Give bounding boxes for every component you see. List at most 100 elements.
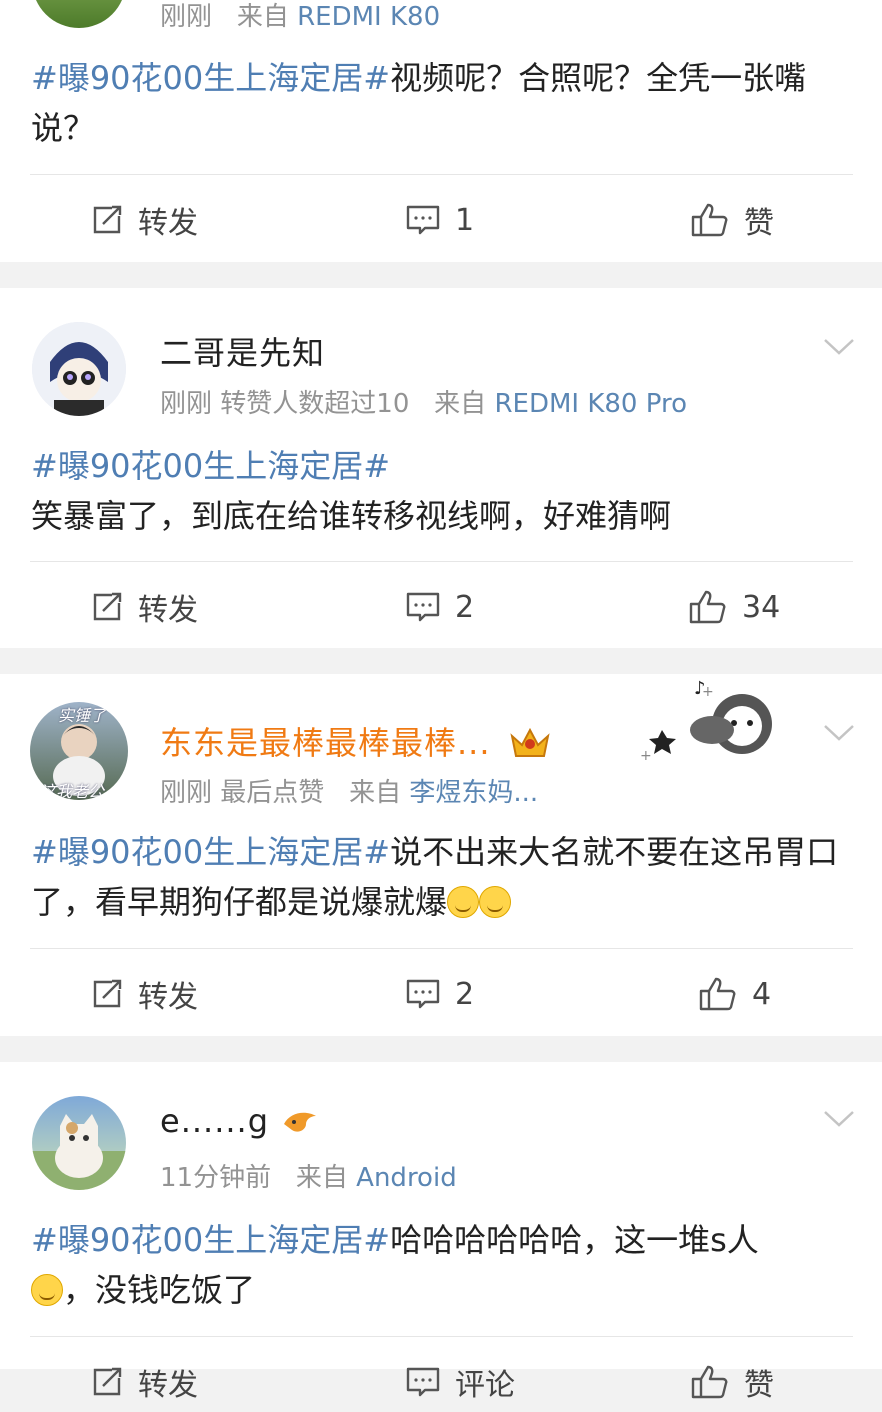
comment-button[interactable]: 2 bbox=[405, 577, 474, 637]
post-content: #曝90花00生上海定居#视频呢？合照呢？全凭一张嘴说？ bbox=[31, 53, 846, 153]
hashtag-link[interactable]: #曝90花00生上海定居# bbox=[31, 59, 390, 97]
chevron-down-icon[interactable] bbox=[822, 716, 856, 750]
repost-button[interactable]: 转发 bbox=[90, 964, 198, 1024]
like-count: 4 bbox=[752, 976, 772, 1012]
fox-badge-icon bbox=[284, 1112, 317, 1132]
like-button[interactable]: 赞 bbox=[690, 190, 774, 250]
cat-sticker-decoration-icon: ♪ + + bbox=[640, 678, 772, 764]
divider bbox=[30, 948, 853, 949]
hashtag-link[interactable]: #曝90花00生上海定居# bbox=[31, 1221, 390, 1259]
like-button[interactable]: 4 bbox=[698, 964, 771, 1024]
repost-button[interactable]: 转发 bbox=[90, 577, 198, 637]
avatar[interactable] bbox=[32, 0, 126, 28]
comment-count: 1 bbox=[455, 202, 475, 238]
thumbs-up-icon bbox=[691, 1365, 728, 1399]
post-content: #曝90花00生上海定居#说不出来大名就不要在这吊胃口了，看早期狗仔都是说爆就爆 bbox=[31, 827, 846, 927]
like-label: 赞 bbox=[744, 1368, 774, 1403]
user-name-text: e......g bbox=[160, 1102, 270, 1140]
grin-sweat-emoji-icon bbox=[447, 886, 480, 918]
repost-icon bbox=[93, 979, 122, 1008]
post-source[interactable]: REDMI K80 Pro bbox=[494, 389, 687, 419]
post-card-1: 刚刚 来自 REDMI K80 #曝90花00生上海定居#视频呢？合照呢？全凭一… bbox=[0, 0, 882, 262]
repost-label: 转发 bbox=[138, 980, 198, 1015]
comment-icon bbox=[406, 592, 440, 622]
post-meta: 刚刚 转赞人数超过10 来自 REDMI K80 Pro bbox=[160, 383, 687, 420]
chevron-down-icon[interactable] bbox=[822, 1102, 856, 1136]
sad-face-emoji-icon bbox=[31, 1274, 63, 1306]
repost-icon bbox=[93, 1367, 122, 1396]
divider bbox=[30, 1336, 853, 1337]
user-name[interactable]: 二哥是先知 bbox=[160, 328, 325, 374]
user-name[interactable]: 东东是最棒最棒最棒... bbox=[160, 718, 552, 764]
post-card-4: e......g 11分钟前 来自 Android #曝90花00生上海定居#哈… bbox=[0, 1062, 882, 1403]
hashtag-link[interactable]: #曝90花00生上海定居# bbox=[31, 833, 390, 871]
repost-icon bbox=[93, 592, 122, 621]
post-meta: 刚刚 最后点赞 来自 李煜东妈... bbox=[160, 772, 538, 809]
post-source[interactable]: 李煜东妈... bbox=[409, 778, 538, 808]
like-button[interactable]: 34 bbox=[688, 577, 780, 637]
hashtag-link[interactable]: #曝90花00生上海定居# bbox=[31, 447, 390, 485]
comment-icon bbox=[406, 1367, 440, 1397]
post-source[interactable]: Android bbox=[356, 1163, 457, 1193]
comment-count: 2 bbox=[455, 976, 475, 1012]
repost-button[interactable]: 转发 bbox=[90, 1352, 198, 1412]
avatar[interactable] bbox=[32, 322, 126, 416]
divider bbox=[30, 174, 853, 175]
action-bar: 转发 2 4 bbox=[0, 964, 882, 1024]
grin-sweat-emoji-icon bbox=[479, 886, 512, 918]
avatar[interactable]: 实锤了 这我老公 bbox=[30, 702, 128, 800]
post-content: #曝90花00生上海定居#哈哈哈哈哈哈，这一堆s人 ，没钱吃饭了 bbox=[31, 1215, 846, 1315]
avatar-sticker-text-bottom: 这我老公 bbox=[40, 782, 105, 800]
like-label: 赞 bbox=[744, 206, 774, 241]
repost-icon bbox=[93, 205, 122, 234]
comment-icon bbox=[406, 979, 440, 1009]
avatar-sticker-text-top: 实锤了 bbox=[58, 706, 107, 725]
comment-label: 评论 bbox=[455, 1368, 515, 1403]
post-badge-text: 转赞人数超过10 bbox=[220, 389, 410, 419]
like-button[interactable]: 赞 bbox=[690, 1352, 774, 1412]
svg-text:+: + bbox=[640, 748, 652, 764]
comment-button[interactable]: 2 bbox=[405, 964, 474, 1024]
chevron-down-icon[interactable] bbox=[822, 330, 856, 364]
post-card-3: 实锤了 这我老公 东东是最棒最棒最棒... ♪ + + 刚刚 最后点赞 来自 李… bbox=[0, 674, 882, 1036]
action-bar: 转发 2 34 bbox=[0, 577, 882, 637]
post-meta: 11分钟前 来自 Android bbox=[160, 1157, 457, 1194]
repost-button[interactable]: 转发 bbox=[90, 190, 198, 250]
avatar-cat-image bbox=[32, 1114, 126, 1190]
post-time: 刚刚 bbox=[160, 778, 213, 808]
repost-label: 转发 bbox=[138, 206, 198, 241]
repost-label: 转发 bbox=[138, 1368, 198, 1403]
user-name[interactable]: e......g bbox=[160, 1102, 320, 1140]
comment-button[interactable]: 1 bbox=[405, 190, 474, 250]
post-content: #曝90花00生上海定居# 笑暴富了，到底在给谁转移视线啊，好难猜啊 bbox=[31, 441, 846, 541]
post-meta: 刚刚 来自 REDMI K80 bbox=[160, 0, 440, 33]
repost-label: 转发 bbox=[138, 593, 198, 628]
comment-count: 2 bbox=[455, 589, 475, 625]
svg-text:+: + bbox=[702, 684, 714, 700]
post-from-label: 来自 bbox=[349, 778, 402, 808]
crown-badge-icon bbox=[510, 727, 550, 757]
post-text-continued: ，没钱吃饭了 bbox=[63, 1271, 256, 1309]
action-bar: 转发 1 赞 bbox=[0, 190, 882, 250]
comment-icon bbox=[406, 205, 440, 235]
post-text: 哈哈哈哈哈哈，这一堆s人 bbox=[390, 1221, 759, 1259]
post-from-label: 来自 bbox=[236, 2, 289, 32]
like-count: 34 bbox=[742, 589, 781, 625]
post-source[interactable]: REDMI K80 bbox=[297, 2, 440, 32]
post-from-label: 来自 bbox=[295, 1163, 348, 1193]
post-card-2: 二哥是先知 刚刚 转赞人数超过10 来自 REDMI K80 Pro #曝90花… bbox=[0, 288, 882, 648]
divider bbox=[30, 561, 853, 562]
thumbs-up-icon bbox=[689, 590, 726, 624]
comment-button[interactable]: 评论 bbox=[405, 1352, 515, 1412]
post-time: 刚刚 bbox=[160, 2, 213, 32]
thumbs-up-icon bbox=[691, 203, 728, 237]
user-name-text: 东东是最棒最棒最棒... bbox=[160, 724, 491, 762]
post-time: 11分钟前 bbox=[160, 1163, 272, 1193]
post-from-label: 来自 bbox=[434, 389, 487, 419]
action-bar: 转发 评论 赞 bbox=[0, 1352, 882, 1412]
post-badge-text: 最后点赞 bbox=[220, 778, 325, 808]
avatar[interactable] bbox=[32, 1096, 126, 1190]
avatar-character-image bbox=[32, 322, 126, 416]
post-text: 笑暴富了，到底在给谁转移视线啊，好难猜啊 bbox=[31, 497, 672, 535]
post-time: 刚刚 bbox=[160, 389, 213, 419]
